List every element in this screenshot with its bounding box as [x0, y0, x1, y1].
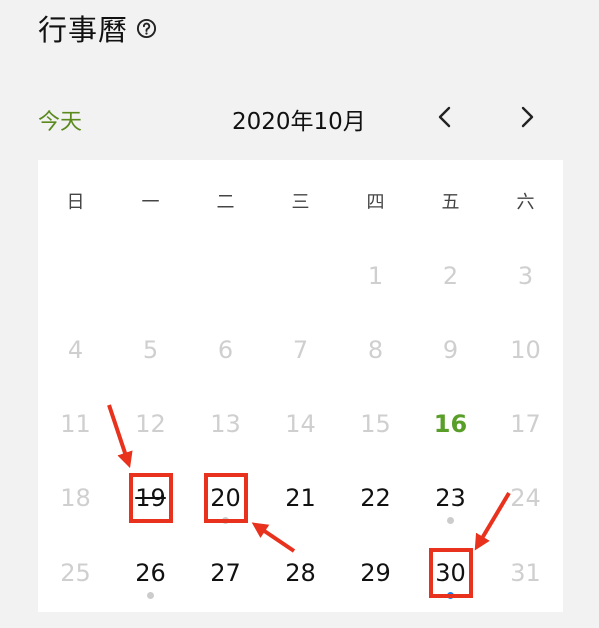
day-number: 31 [510, 559, 541, 587]
weekday-header: 五 [441, 192, 460, 213]
calendar-day[interactable]: 29 [338, 556, 413, 596]
day-number: 26 [135, 559, 166, 587]
day-number: 27 [210, 559, 241, 587]
calendar-day[interactable]: 1 [338, 259, 413, 299]
day-number: 12 [135, 410, 166, 438]
calendar-day[interactable]: 8 [338, 333, 413, 373]
event-dot [447, 592, 454, 599]
next-month-button[interactable] [512, 100, 542, 134]
day-number: 9 [442, 336, 459, 364]
day-number: 14 [285, 410, 316, 438]
day-number: 25 [60, 559, 91, 587]
weekday-header: 四 [366, 192, 385, 213]
calendar-day[interactable]: 11 [38, 407, 113, 447]
day-number: 6 [217, 336, 234, 364]
day-number: 21 [285, 484, 316, 512]
day-number: 20 [210, 484, 241, 512]
calendar-day[interactable]: 28 [263, 556, 338, 596]
calendar-day[interactable]: 31 [488, 556, 563, 596]
day-number: 16 [433, 410, 468, 438]
day-number: 17 [510, 410, 541, 438]
day-number: 24 [510, 484, 541, 512]
calendar-day[interactable]: 7 [263, 333, 338, 373]
day-number: 23 [435, 484, 466, 512]
chevron-right-icon [521, 106, 534, 128]
prev-month-button[interactable] [430, 100, 460, 134]
calendar-day[interactable]: 14 [263, 407, 338, 447]
calendar-day[interactable]: 18 [38, 481, 113, 521]
help-icon[interactable] [136, 18, 157, 39]
weekday-header: 六 [516, 192, 535, 213]
day-number: 30 [435, 559, 466, 587]
calendar-day[interactable]: 4 [38, 333, 113, 373]
calendar-day[interactable]: 24 [488, 481, 563, 521]
day-number: 29 [360, 559, 391, 587]
day-number: 2 [442, 262, 459, 290]
month-label: 2020年10月 [232, 109, 366, 135]
calendar-day[interactable]: 25 [38, 556, 113, 596]
calendar-day[interactable]: 15 [338, 407, 413, 447]
calendar-day[interactable]: 22 [338, 481, 413, 521]
event-dot [447, 517, 454, 524]
weekday-header: 一 [141, 192, 160, 213]
calendar-day[interactable]: 21 [263, 481, 338, 521]
calendar-day[interactable]: 17 [488, 407, 563, 447]
weekday-header: 三 [291, 192, 310, 213]
day-number: 13 [210, 410, 241, 438]
calendar-day[interactable]: 30 [413, 556, 488, 599]
event-dot [222, 517, 229, 524]
calendar-day[interactable]: 16 [413, 407, 488, 447]
weekday-header: 二 [216, 192, 235, 213]
calendar-day[interactable]: 2 [413, 259, 488, 299]
chevron-left-icon [438, 106, 451, 128]
calendar-day[interactable]: 5 [113, 333, 188, 373]
page-header: 行事曆 [38, 6, 157, 50]
event-dot [147, 592, 154, 599]
calendar-day[interactable]: 26 [113, 556, 188, 599]
day-number: 7 [292, 336, 309, 364]
today-button[interactable]: 今天 [38, 104, 82, 136]
day-number: 28 [285, 559, 316, 587]
calendar-day[interactable]: 20 [188, 481, 263, 524]
calendar-day[interactable]: 10 [488, 333, 563, 373]
calendar-grid: 日一二三四五六 1 2 3 4 5 6 7 8 9 10 11 12 13 14 15 16 17 18 19 20 21… [38, 160, 563, 612]
day-number: 5 [142, 336, 159, 364]
calendar-day[interactable]: 6 [188, 333, 263, 373]
day-number: 3 [517, 262, 534, 290]
calendar-day[interactable]: 19 [113, 481, 188, 521]
calendar-day[interactable]: 27 [188, 556, 263, 596]
day-number: 4 [67, 336, 84, 364]
day-number: 19 [135, 484, 166, 512]
day-number: 11 [60, 410, 91, 438]
calendar-day[interactable]: 3 [488, 259, 563, 299]
day-number: 15 [360, 410, 391, 438]
page-title: 行事曆 [38, 13, 129, 47]
calendar-day[interactable]: 9 [413, 333, 488, 373]
day-number: 8 [367, 336, 384, 364]
day-number: 10 [510, 336, 541, 364]
day-number: 18 [60, 484, 91, 512]
day-number: 1 [367, 262, 384, 290]
calendar-day[interactable]: 12 [113, 407, 188, 447]
day-number: 22 [360, 484, 391, 512]
weekday-header: 日 [66, 192, 85, 213]
calendar-day[interactable]: 13 [188, 407, 263, 447]
calendar-day[interactable]: 23 [413, 481, 488, 524]
